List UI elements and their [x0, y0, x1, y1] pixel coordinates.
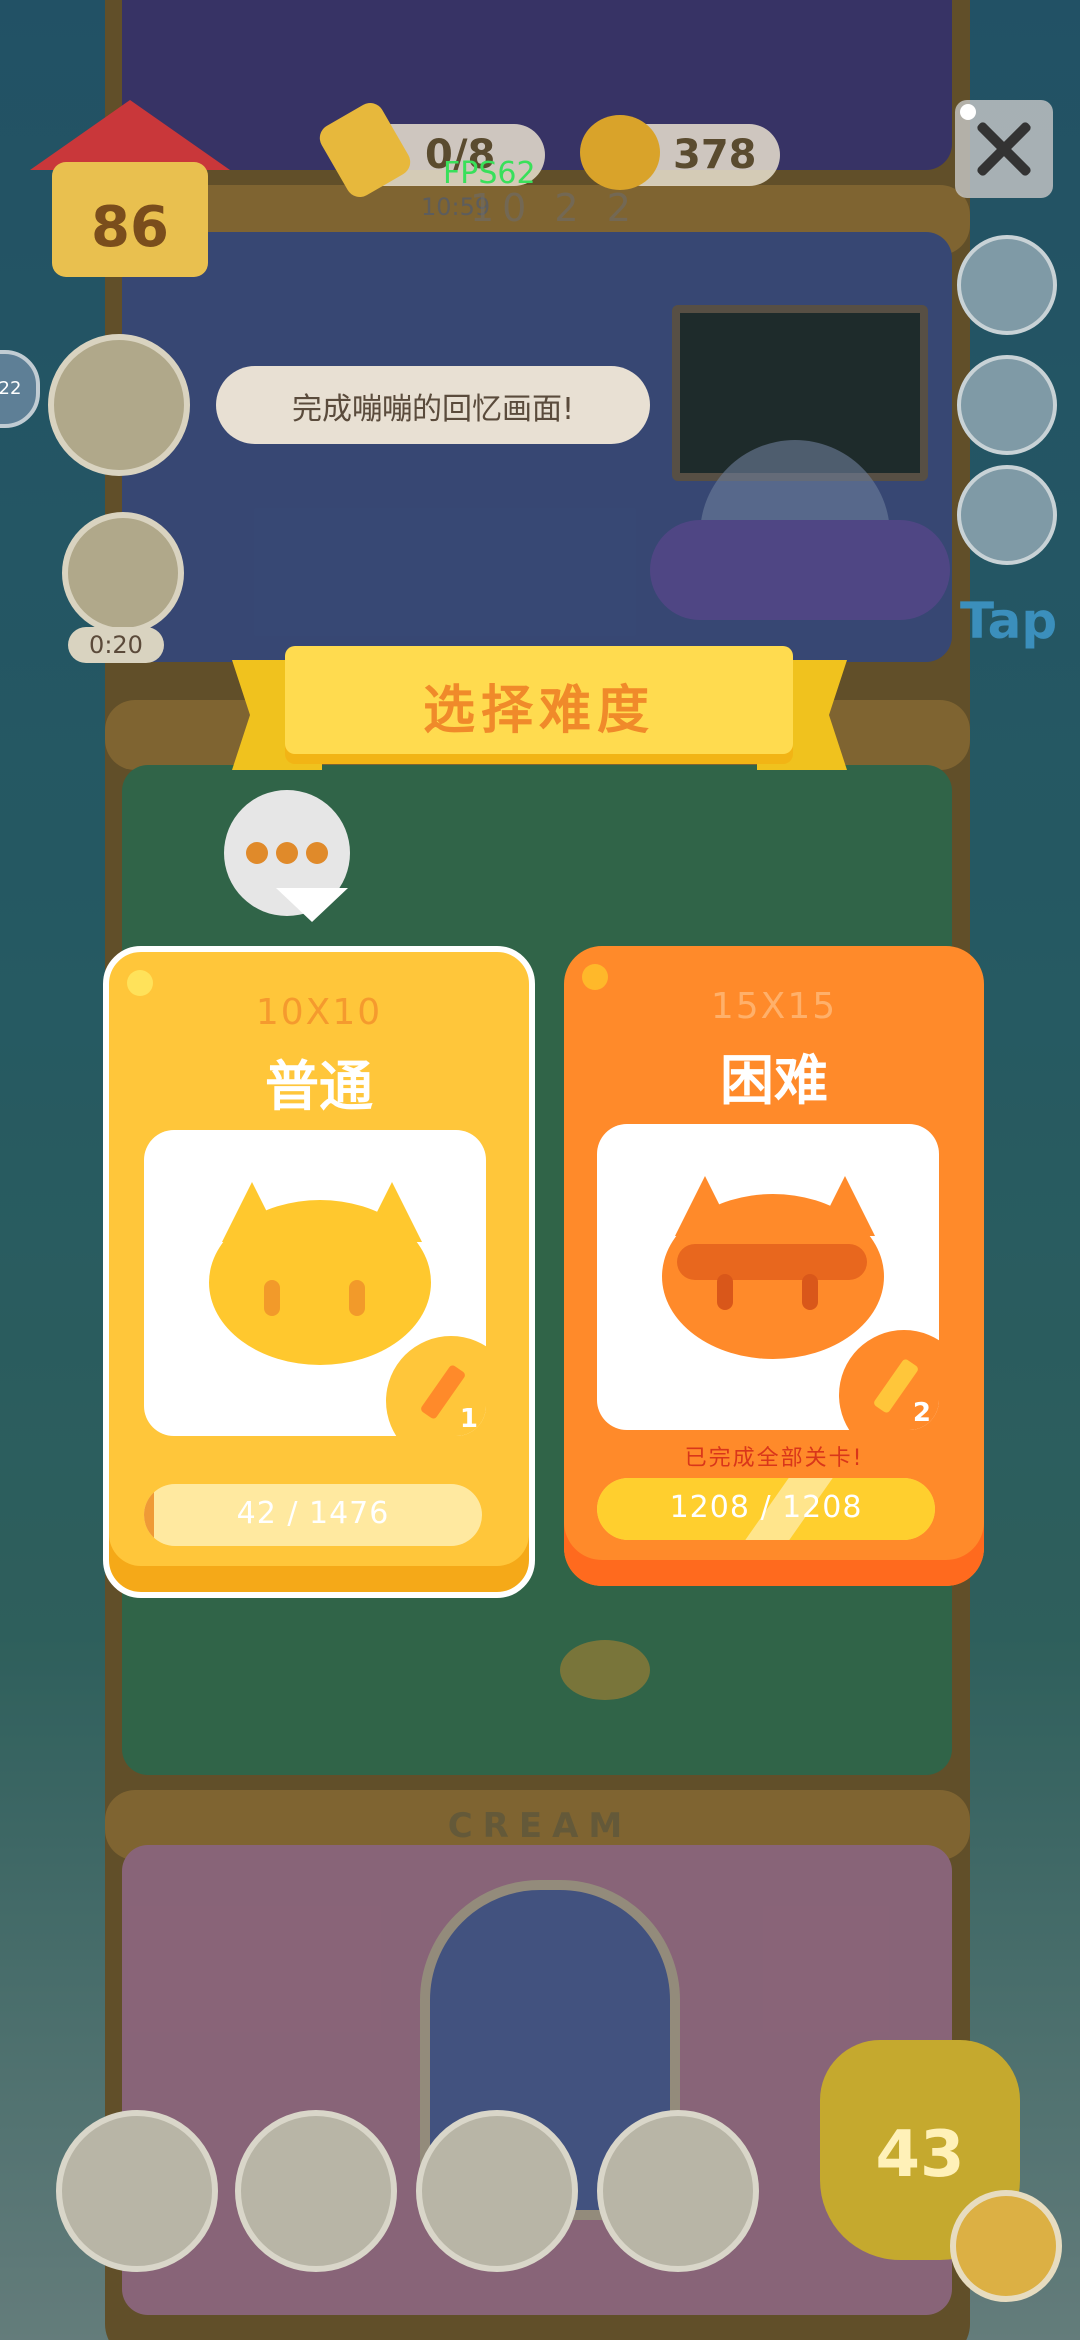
gallery-button[interactable] — [416, 2110, 578, 2272]
selection-pointer — [276, 888, 348, 922]
progress-text: 1208 / 1208 — [669, 1490, 863, 1525]
snowglobe-button[interactable] — [597, 2110, 759, 2272]
coin-count: 378 — [673, 132, 757, 178]
modal-title: 选择难度 — [422, 681, 655, 741]
grid-size-label: 15X15 — [710, 986, 838, 1027]
pencil-cost: 2 — [912, 1398, 931, 1428]
book-button[interactable] — [235, 2110, 397, 2272]
grid-size-label: 10X10 — [255, 992, 383, 1033]
house-icon — [30, 100, 230, 170]
house-level-button[interactable]: 86 — [30, 100, 230, 280]
stamp-button[interactable] — [957, 355, 1057, 455]
pencil-cost: 1 — [459, 1404, 478, 1434]
cat-face-icon — [209, 1200, 431, 1365]
progress-bar: 1208 / 1208 — [597, 1478, 935, 1540]
debug-dot — [960, 104, 976, 120]
furniture-button[interactable] — [56, 2110, 218, 2272]
cat-profile-button[interactable] — [950, 2190, 1062, 2302]
difficulty-preview: 2 — [597, 1124, 939, 1430]
gift-button[interactable] — [62, 512, 184, 634]
progress-bar: 42 / 1476 — [144, 1484, 482, 1546]
brush-button[interactable] — [957, 465, 1057, 565]
difficulty-name: 普通 — [265, 1055, 373, 1118]
gift-timer: 0:20 — [68, 627, 164, 663]
completed-note: 已完成全部关卡! — [684, 1446, 864, 1471]
clock-display: 10 2 2 — [470, 186, 639, 230]
house-level: 86 — [91, 195, 169, 260]
difficulty-name: 困难 — [720, 1049, 828, 1112]
coin-can-icon — [580, 115, 660, 190]
difficulty-preview: 1 — [144, 1130, 486, 1436]
album-button[interactable] — [48, 334, 190, 476]
progress-text: 42 / 1476 — [236, 1496, 390, 1531]
tap-button[interactable]: Tap — [960, 592, 1057, 650]
quest-text: 完成嘣嘣的回忆画面! — [291, 392, 575, 427]
level-badge-count: 43 — [875, 2118, 965, 2192]
difficulty-card-normal[interactable]: 10X10 普通 1 42 / 1476 — [103, 946, 535, 1598]
settings-button[interactable] — [957, 235, 1057, 335]
difficulty-card-hard[interactable]: 15X15 困难 2 已完成全部关卡! 1208 / 1208 — [564, 946, 984, 1586]
cat-headband — [677, 1244, 867, 1280]
